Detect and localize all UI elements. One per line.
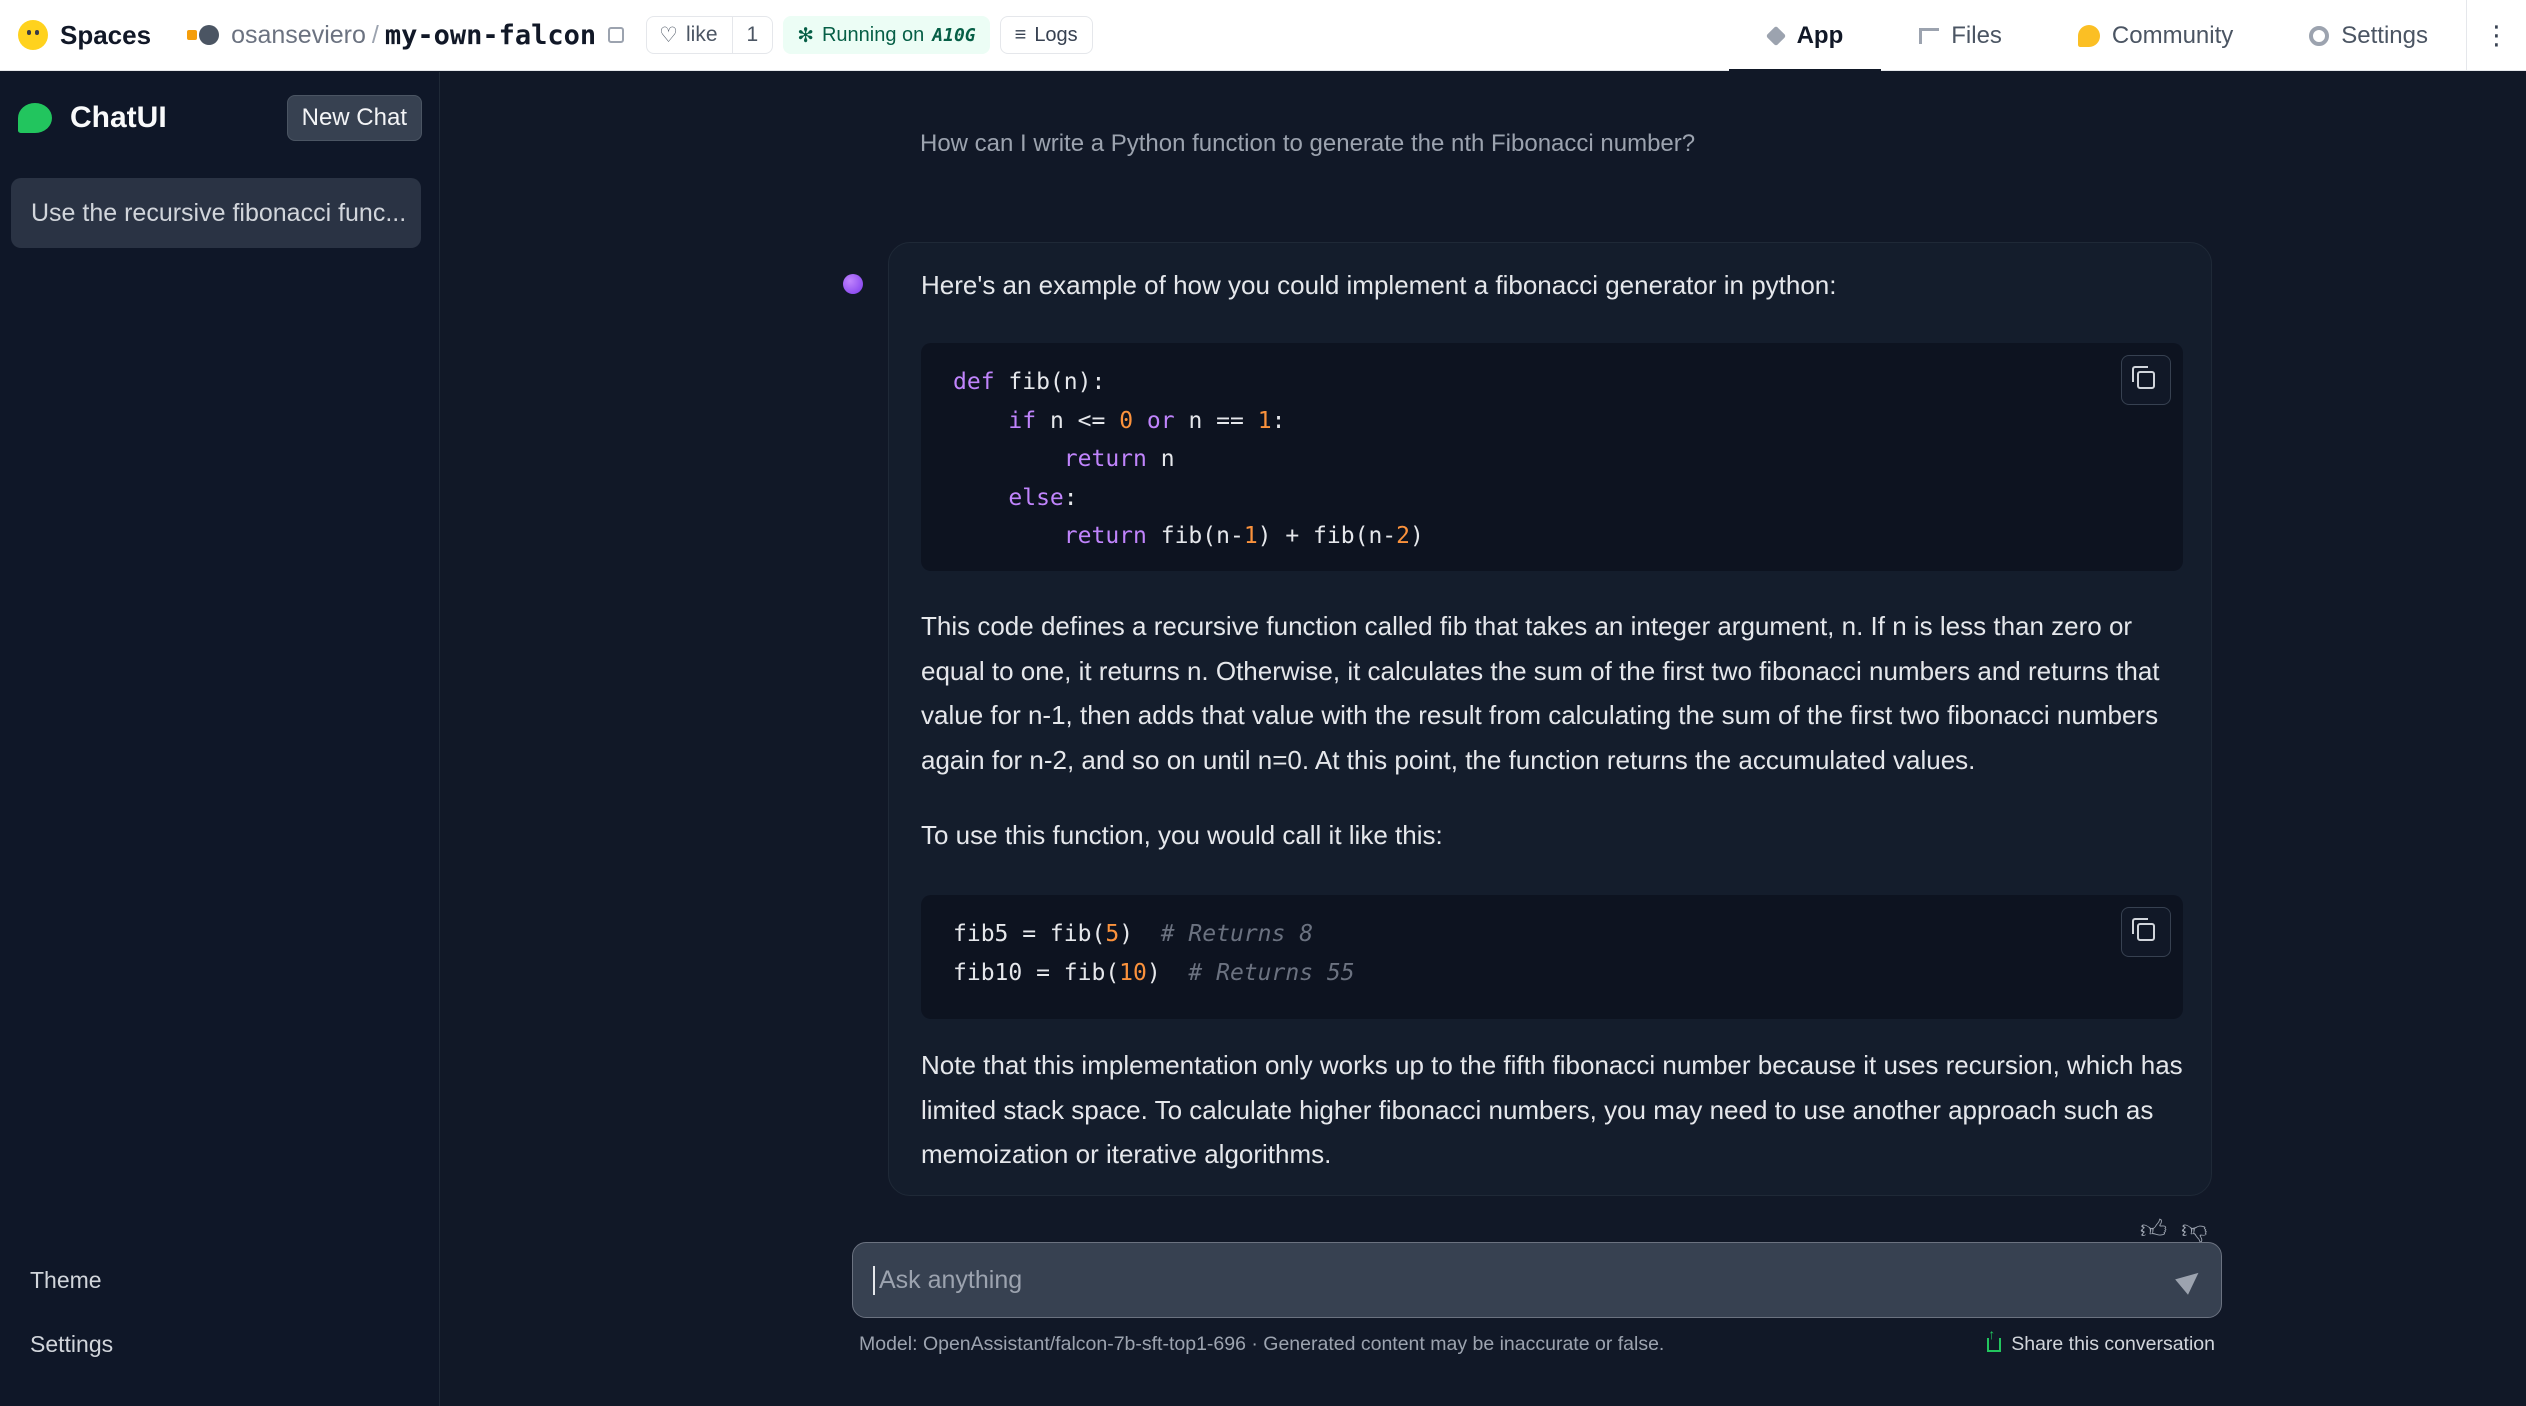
code-line: if n <= 0 or n == 1: [1008,407,1286,434]
owner-avatar [187,22,221,48]
code-line: else: [1008,484,1078,511]
running-label: Running on [821,23,925,46]
like-button[interactable]: ♡ like 1 [646,16,774,54]
code-line: return n [1063,446,1175,472]
repo-breadcrumb: osanseviero / my-own-falcon [187,20,625,51]
like-label: like [686,23,718,46]
ask-input[interactable] [873,1265,2179,1295]
copy-code-button[interactable] [2121,355,2171,405]
community-icon [2077,24,2100,47]
tab-settings-label: Settings [2341,21,2428,49]
thumbs-down-icon[interactable]: 👎︎ [2181,1214,2207,1245]
sidebar-footer: Theme Settings [0,1248,440,1376]
app-name: ChatUI [70,101,167,134]
tab-app[interactable]: App [1728,0,1882,72]
copy-icon [2132,366,2155,389]
assistant-avatar [843,274,863,294]
gear-icon [2309,25,2330,46]
chat-bubble-icon [18,103,52,133]
box-icon [1765,25,1786,46]
space-nav: App Files Community Settings ⋮ [1728,0,2526,72]
files-icon [1919,27,1940,44]
tab-community-label: Community [2111,21,2234,49]
logs-icon: ≡ [1014,23,1027,46]
share-conversation-link[interactable]: Share this conversation [1987,1326,2215,1356]
copy-code-button[interactable] [2121,907,2171,957]
chat-input-box [852,1242,2222,1318]
hardware-label: A10G [932,24,976,46]
repo-separator: / [371,20,379,49]
chatui-logo[interactable]: ChatUI [18,101,167,135]
repo-name-link[interactable]: my-own-falcon [385,20,596,51]
new-chat-button[interactable]: New Chat [286,95,422,141]
assistant-paragraph: Here's an example of how you could imple… [921,270,1837,300]
spaces-label: Spaces [60,19,152,50]
like-count: 1 [731,17,773,53]
feedback-buttons: 👍︎ 👎︎ [2140,1214,2208,1245]
assistant-message: Here's an example of how you could imple… [888,242,2212,1196]
assistant-paragraph: This code defines a recursive function c… [921,611,2160,776]
code-line: def fib(n): [953,369,1106,395]
more-menu-button[interactable]: ⋮ [2466,0,2526,71]
conversation-item[interactable]: Use the recursive fibonacci func... [11,178,421,248]
code-line: fib5 = fib(5) # Returns 8 [953,921,1314,947]
tab-settings[interactable]: Settings [2271,0,2466,71]
sidebar: ChatUI New Chat Use the recursive fibona… [0,72,440,1406]
tab-files-label: Files [1951,21,2002,49]
heart-icon: ♡ [659,23,678,47]
send-icon[interactable] [2175,1265,2205,1295]
hf-topbar: Spaces osanseviero / my-own-falcon ♡ like… [0,0,2526,72]
code-block: fib5 = fib(5) # Returns 8 fib10 = fib(10… [921,895,2183,1019]
logs-button[interactable]: ≡ Logs [999,16,1093,54]
assistant-paragraph: To use this function, you would call it … [921,820,1443,850]
sidebar-header: ChatUI New Chat [18,94,422,142]
tab-community[interactable]: Community [2040,0,2271,71]
status-spinner-icon: ✻ [797,24,814,47]
tab-files[interactable]: Files [1881,0,2040,71]
assistant-paragraph: Note that this implementation only works… [921,1050,2183,1170]
model-disclaimer: Model: OpenAssistant/falcon-7b-sft-top1-… [859,1333,1665,1355]
settings-button[interactable]: Settings [0,1312,440,1376]
logs-label: Logs [1034,23,1078,46]
copy-repo-name-icon[interactable] [608,27,625,43]
tab-app-label: App [1796,21,1844,49]
hugging-face-logo-icon [18,20,48,50]
thumbs-up-icon[interactable]: 👍︎ [2140,1214,2167,1245]
code-line: fib10 = fib(10) # Returns 55 [953,959,1355,986]
spaces-brand[interactable]: Spaces [18,20,151,51]
code-line: return fib(n-1) + fib(n-2) [1063,523,1424,549]
copy-icon [2132,918,2155,941]
theme-button[interactable]: Theme [0,1248,440,1312]
share-icon [1987,1326,2002,1352]
share-label: Share this conversation [2011,1333,2215,1355]
code-block: def fib(n): if n <= 0 or n == 1: return … [921,343,2183,571]
repo-owner-link[interactable]: osanseviero [231,21,366,50]
user-message: How can I write a Python function to gen… [920,130,1696,157]
running-status-badge[interactable]: ✻ Running on A10G [783,16,990,54]
